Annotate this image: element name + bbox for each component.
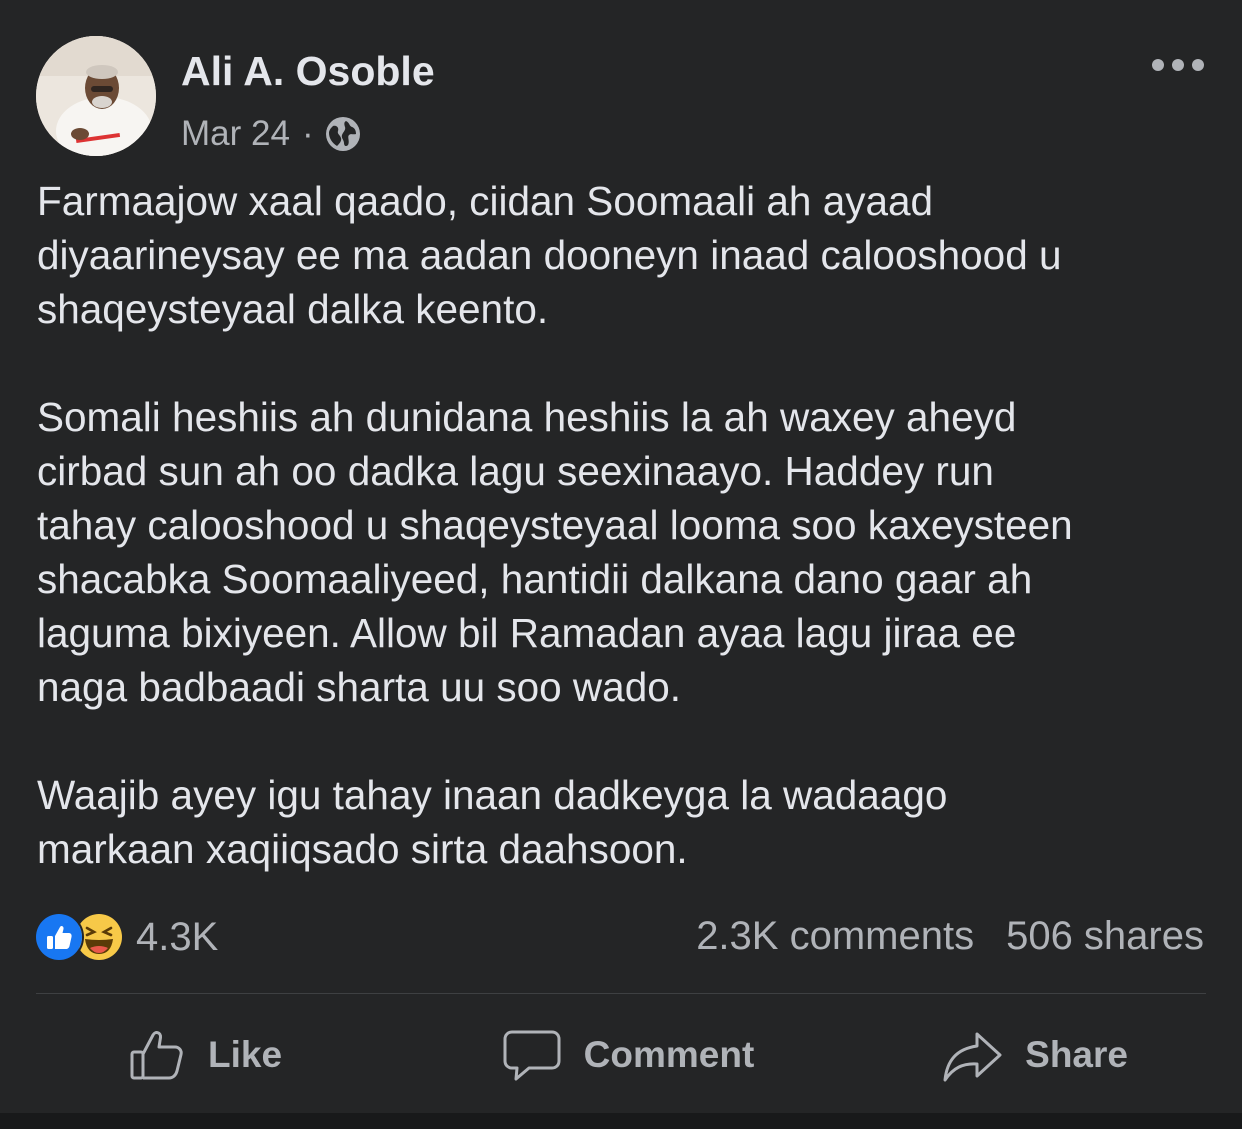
text-line: diyaarineysay ee ma aadan dooneyn inaad … bbox=[37, 232, 1062, 278]
globe-icon[interactable] bbox=[324, 115, 362, 153]
text-line: tahay calooshood u shaqeysteyaal looma s… bbox=[37, 502, 1073, 548]
paragraph: Waajib ayey igu tahay inaan dadkeyga la … bbox=[37, 768, 1217, 876]
engagement-counts: 2.3K comments 506 shares bbox=[696, 914, 1204, 959]
text-line: Somali heshiis ah dunidana heshiis la ah… bbox=[37, 394, 1017, 440]
comment-button[interactable]: Comment bbox=[461, 1010, 794, 1100]
text-line: Waajib ayey igu tahay inaan dadkeyga la … bbox=[37, 772, 948, 818]
shares-count[interactable]: 506 shares bbox=[1006, 914, 1204, 959]
text-line: naga badbaadi sharta uu soo wado. bbox=[37, 664, 682, 710]
divider bbox=[36, 993, 1206, 994]
author-name[interactable]: Ali A. Osoble bbox=[181, 48, 435, 95]
post-card: Ali A. Osoble Mar 24 · Farmaajow xaal qa… bbox=[0, 0, 1242, 1113]
share-arrow-icon bbox=[943, 1032, 1002, 1082]
feed-background bbox=[0, 1113, 1242, 1129]
text-line: shacabka Soomaaliyeed, hantidii dalkana … bbox=[37, 556, 1033, 602]
like-button[interactable]: Like bbox=[36, 1010, 461, 1100]
paragraph: Somali heshiis ah dunidana heshiis la ah… bbox=[37, 390, 1217, 714]
avatar-photo bbox=[36, 36, 156, 156]
text-line: laguma bixiyeen. Allow bil Ramadan ayaa … bbox=[37, 610, 1017, 656]
comments-count[interactable]: 2.3K comments bbox=[696, 914, 974, 959]
comment-label: Comment bbox=[583, 1034, 755, 1075]
reaction-count[interactable]: 4.3K bbox=[136, 915, 218, 960]
comment-bubble-icon bbox=[503, 1030, 561, 1081]
like-label: Like bbox=[208, 1034, 283, 1075]
text-line: cirbad sun ah oo dadka lagu seexinaayo. … bbox=[37, 448, 994, 494]
text-line: Farmaajow xaal qaado, ciidan Soomaali ah… bbox=[37, 178, 934, 224]
reactions-summary[interactable]: 4.3K bbox=[34, 912, 218, 962]
more-dot bbox=[1172, 59, 1184, 71]
more-dot bbox=[1192, 59, 1204, 71]
share-label: Share bbox=[1025, 1034, 1128, 1075]
text-line: shaqeysteyaal dalka keento. bbox=[37, 286, 549, 332]
share-button[interactable]: Share bbox=[795, 1010, 1206, 1100]
post-meta: Mar 24 · bbox=[181, 114, 362, 154]
avatar[interactable] bbox=[36, 36, 156, 156]
like-reaction-icon bbox=[34, 912, 84, 962]
more-options-icon[interactable] bbox=[1152, 50, 1204, 80]
post-date[interactable]: Mar 24 bbox=[181, 114, 290, 154]
thumbs-up-icon bbox=[130, 1031, 183, 1080]
post-text: Farmaajow xaal qaado, ciidan Soomaali ah… bbox=[37, 174, 1217, 876]
post-stats: 4.3K 2.3K comments 506 shares bbox=[34, 910, 1204, 964]
text-line: markaan xaqiiqsado sirta daahsoon. bbox=[37, 826, 688, 872]
more-dot bbox=[1152, 59, 1164, 71]
paragraph: Farmaajow xaal qaado, ciidan Soomaali ah… bbox=[37, 174, 1217, 336]
meta-separator: · bbox=[301, 114, 314, 153]
action-bar: Like Comment Share bbox=[36, 1010, 1206, 1100]
